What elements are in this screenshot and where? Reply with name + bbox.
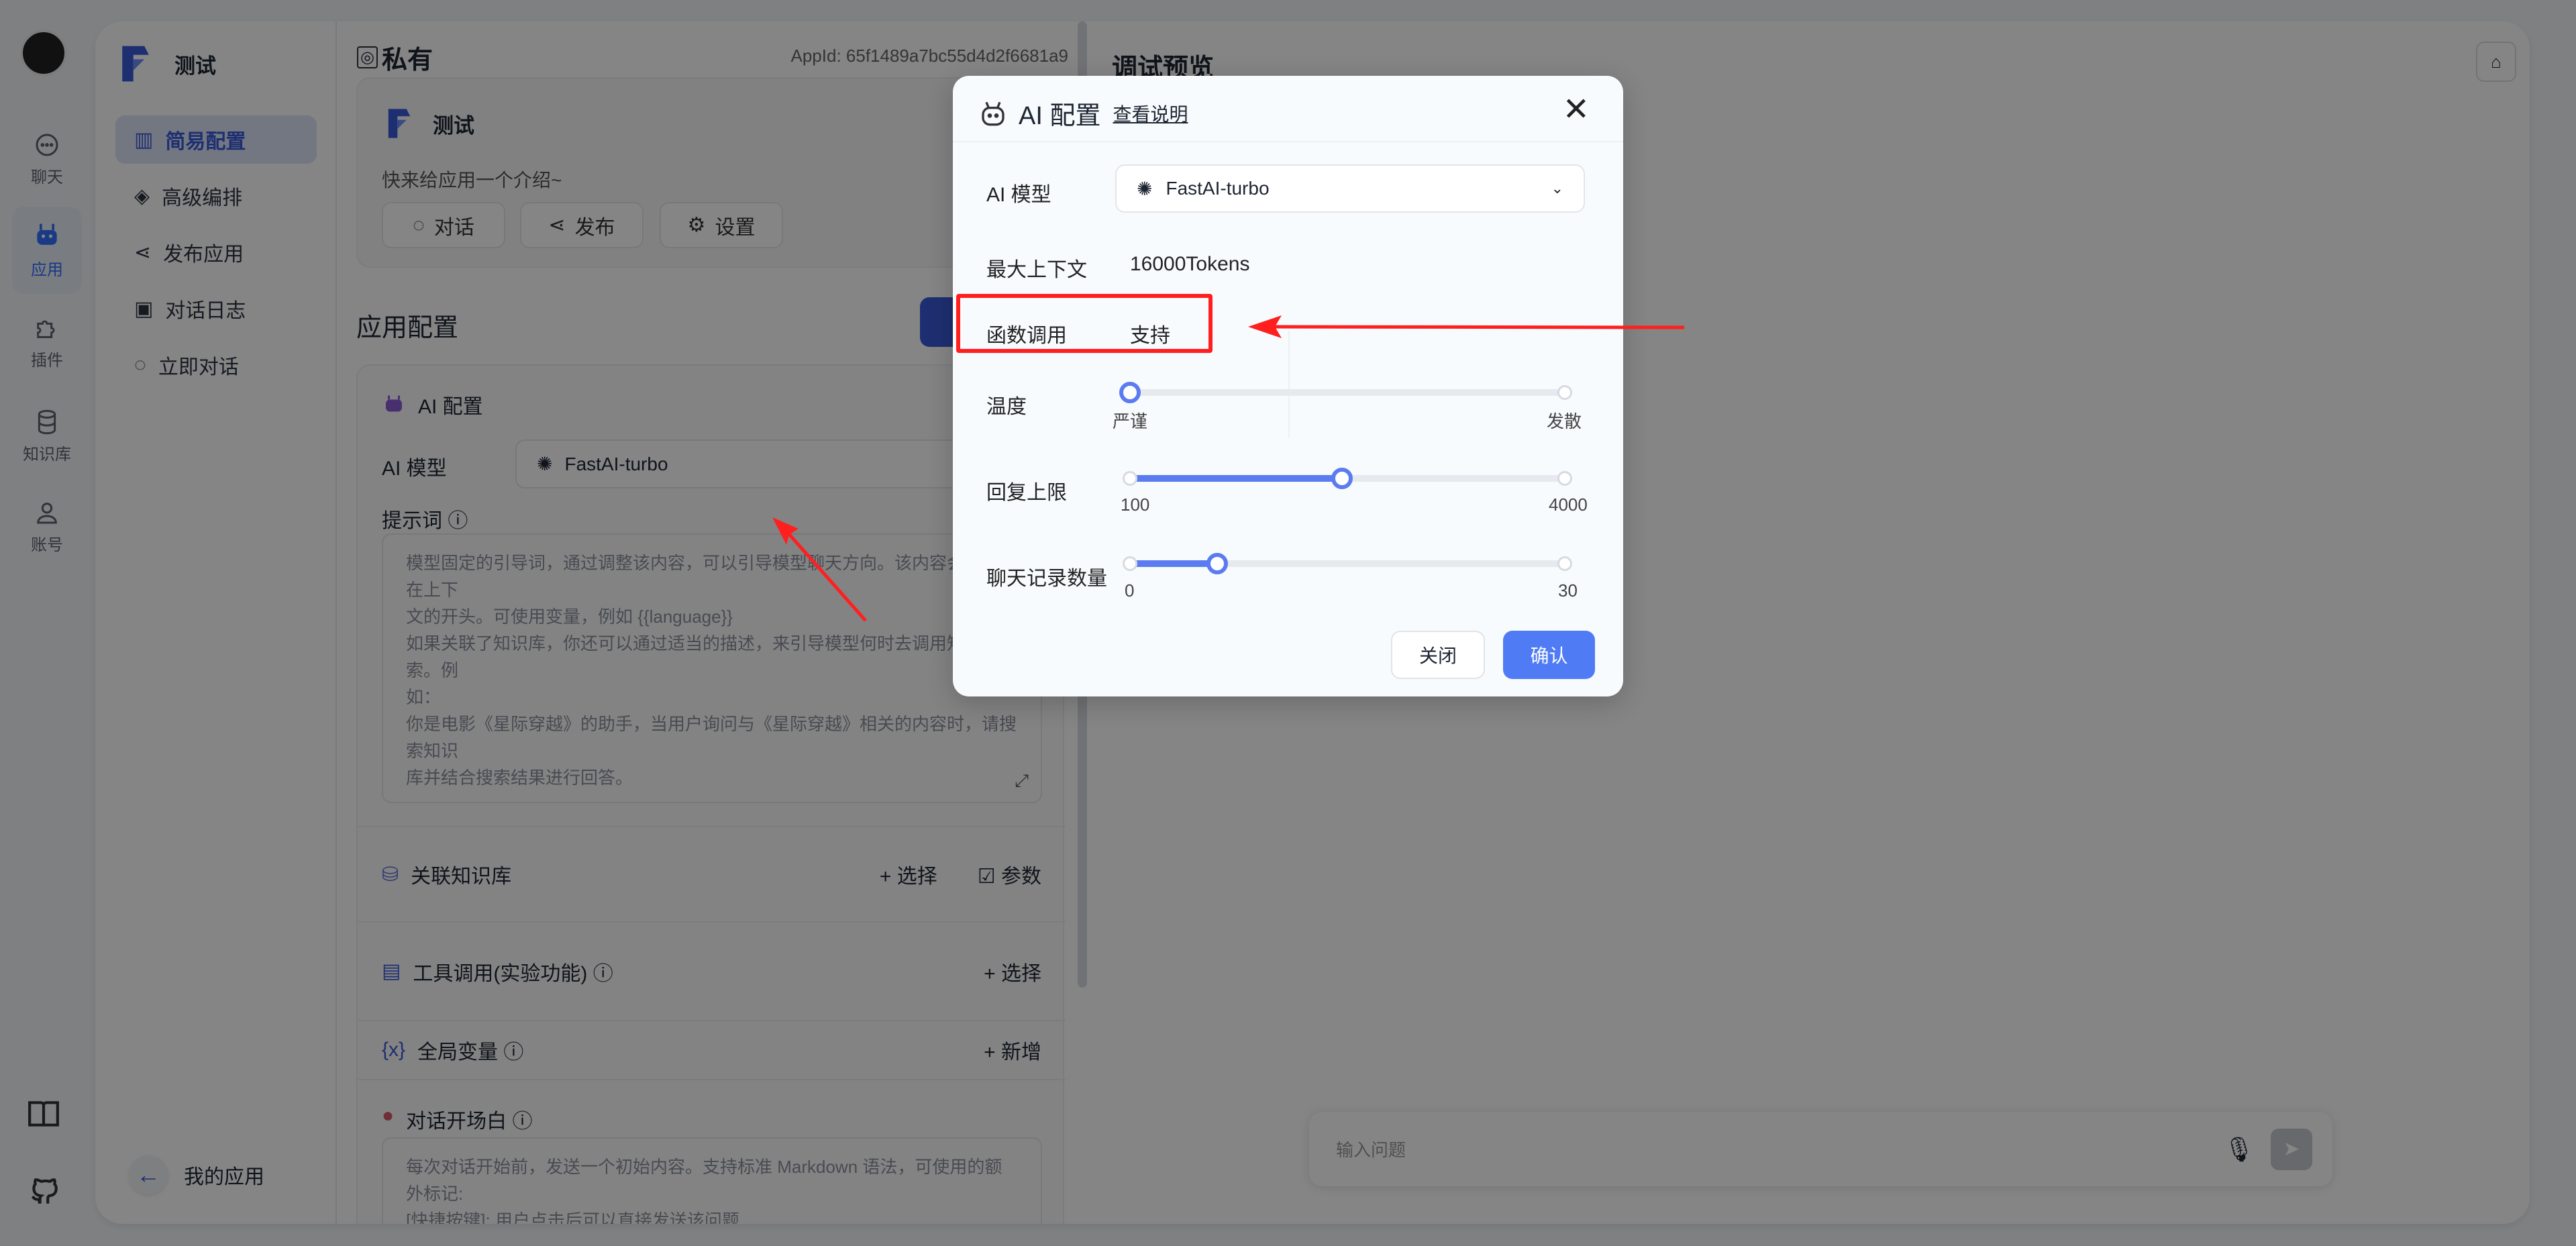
temperature-label: 温度 <box>986 396 1027 418</box>
chevron-down-icon: ⌄ <box>1551 180 1563 197</box>
help-link[interactable]: 查看说明 <box>1113 100 1188 127</box>
max-tokens-thumb[interactable] <box>1331 468 1353 489</box>
slider-start-dot <box>1123 471 1137 486</box>
divider <box>953 141 1623 142</box>
max-tokens-slider[interactable] <box>1123 468 1572 489</box>
annotation-highlight-box <box>956 294 1213 353</box>
modal-model-label: AI 模型 <box>986 184 1051 206</box>
divider <box>1288 331 1290 438</box>
slider-end-dot <box>1557 471 1572 486</box>
modal-title: AI 配置 <box>1019 102 1101 130</box>
confirm-button[interactable]: 确认 <box>1503 631 1595 679</box>
history-label: 聊天记录数量 <box>986 568 1107 590</box>
modal-header: AI 配置 查看说明 <box>980 95 1188 132</box>
history-thumb[interactable] <box>1206 553 1228 574</box>
max-context-value: 16000Tokens <box>1130 253 1250 275</box>
temperature-max-label: 发散 <box>1547 411 1582 431</box>
slider-fill <box>1130 475 1342 482</box>
max-tokens-label: 回复上限 <box>986 482 1067 504</box>
history-max: 30 <box>1558 580 1578 601</box>
slider-end-dot <box>1557 556 1572 571</box>
slider-fill <box>1130 560 1217 567</box>
max-tokens-max: 4000 <box>1549 495 1588 515</box>
temperature-min-label: 严谨 <box>1113 411 1148 431</box>
history-slider[interactable] <box>1123 553 1572 574</box>
robot-icon <box>982 101 1004 125</box>
slider-end-dot <box>1557 385 1572 400</box>
slider-start-dot <box>1123 556 1137 571</box>
temperature-slider[interactable] <box>1119 382 1572 403</box>
temperature-thumb[interactable] <box>1119 382 1141 403</box>
cancel-button[interactable]: 关闭 <box>1391 631 1485 679</box>
close-icon[interactable]: ✕ <box>1563 91 1590 128</box>
openai-icon: ✺ <box>1137 178 1153 199</box>
max-context-label: 最大上下文 <box>986 259 1087 281</box>
modal-model-select[interactable]: ✺ FastAI-turbo ⌄ <box>1115 164 1585 213</box>
history-min: 0 <box>1125 580 1135 601</box>
ai-config-modal: AI 配置 查看说明 ✕ AI 模型 ✺ FastAI-turbo ⌄ 最大上下文… <box>953 76 1623 696</box>
max-tokens-min: 100 <box>1121 495 1150 515</box>
